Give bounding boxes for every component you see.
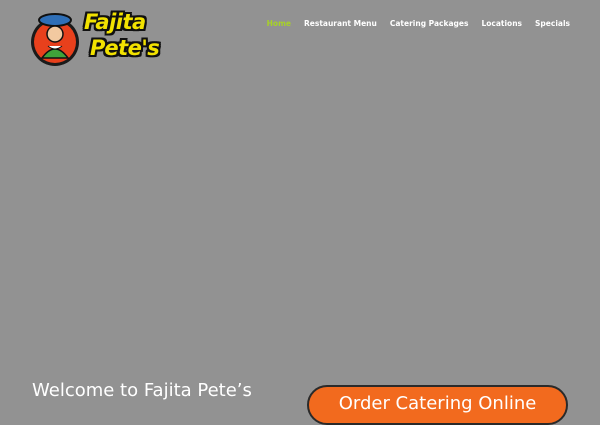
logo-wordmark: Fajita Pete's bbox=[84, 9, 160, 61]
nav-item-home[interactable]: Home bbox=[267, 19, 291, 28]
nav-item-restaurant-menu[interactable]: Restaurant Menu bbox=[304, 19, 377, 28]
site-logo[interactable]: Fajita Pete's bbox=[28, 8, 160, 68]
logo-line-1: Fajita bbox=[84, 10, 146, 34]
nav-item-locations[interactable]: Locations bbox=[481, 19, 522, 28]
welcome-heading: Welcome to Fajita Pete’s bbox=[32, 380, 252, 401]
nav-item-specials[interactable]: Specials bbox=[535, 19, 570, 28]
logo-line-2: Pete's bbox=[90, 36, 160, 60]
nav-item-catering-packages[interactable]: Catering Packages bbox=[390, 19, 469, 28]
main-nav: Home Restaurant Menu Catering Packages L… bbox=[267, 16, 570, 30]
order-catering-button[interactable]: Order Catering Online bbox=[307, 385, 568, 425]
fajita-pete-mascot-icon bbox=[31, 13, 79, 66]
